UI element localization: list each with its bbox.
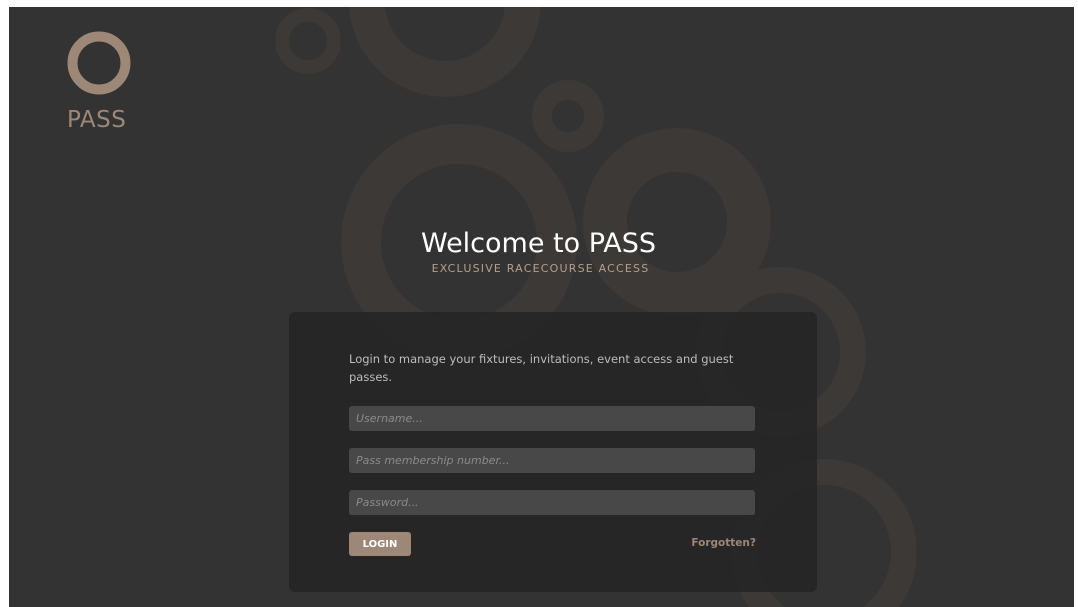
- membership-number-input[interactable]: [349, 448, 755, 473]
- login-button[interactable]: LOGIN: [349, 532, 411, 556]
- username-input[interactable]: [349, 406, 755, 431]
- page-title: Welcome to PASS: [420, 228, 657, 259]
- login-intro-text: Login to manage your fixtures, invitatio…: [349, 352, 734, 384]
- login-page: PASS Welcome to PASS EXCLUSIVE RACECOURS…: [9, 7, 1074, 607]
- page-subtitle: EXCLUSIVE RACECOURSE ACCESS: [431, 262, 650, 275]
- ring-logo-icon: [67, 31, 131, 95]
- password-input[interactable]: [349, 490, 755, 515]
- logo-text: PASS: [67, 107, 127, 133]
- hero: Welcome to PASS EXCLUSIVE RACECOURSE ACC…: [9, 228, 1074, 275]
- forgotten-link[interactable]: Forgotten?: [691, 537, 756, 549]
- login-card: Login to manage your fixtures, invitatio…: [289, 312, 817, 592]
